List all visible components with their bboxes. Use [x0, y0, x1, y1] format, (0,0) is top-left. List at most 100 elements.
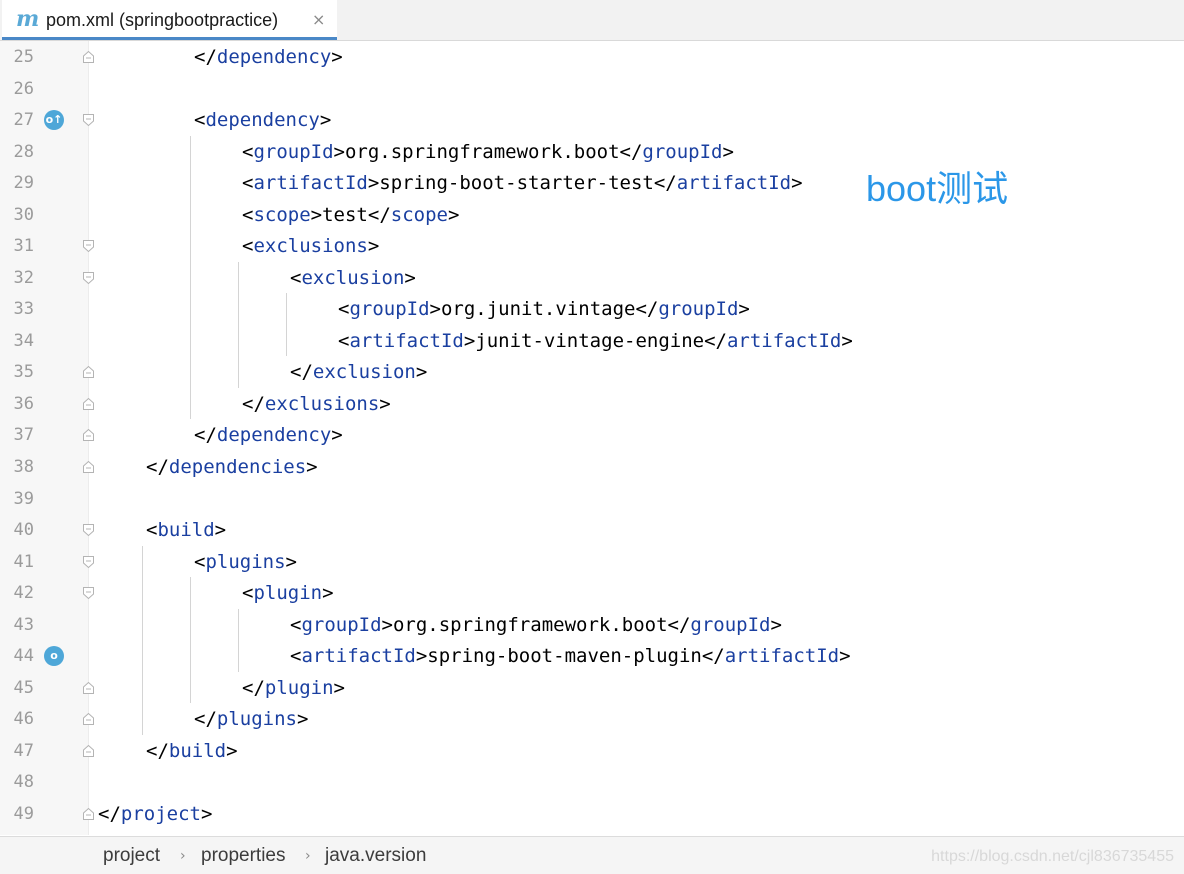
code-line[interactable]: 33 <groupId>org.junit.vintage</groupId>: [0, 293, 1184, 325]
xml-bracket: </: [194, 46, 217, 68]
xml-bracket: >: [319, 109, 332, 132]
line-number: 40: [13, 520, 34, 541]
xml-bracket: <: [242, 140, 254, 163]
xml-bracket: </: [290, 361, 313, 384]
xml-tag-name: groupId: [349, 298, 430, 321]
line-number: 30: [13, 204, 34, 225]
xml-bracket: >: [322, 582, 334, 605]
code-line[interactable]: 47 </build>: [0, 735, 1184, 767]
code-line[interactable]: 25 </dependency>: [0, 41, 1184, 73]
code-line[interactable]: 31 <exclusions>: [0, 230, 1184, 262]
line-number: 43: [13, 614, 34, 635]
code-line[interactable]: 32 <exclusion>: [0, 262, 1184, 294]
fold-start-icon[interactable]: [83, 555, 94, 568]
xml-bracket: >: [429, 298, 441, 321]
code-line[interactable]: 39: [0, 483, 1184, 515]
line-number: 44: [13, 646, 34, 667]
xml-bracket: <: [194, 550, 206, 573]
code-line[interactable]: 34 <artifactId>junit-vintage-engine</arti…: [0, 325, 1184, 357]
maven-goal-gutter-icon[interactable]: o↑: [44, 110, 64, 131]
code-line[interactable]: 36 </exclusions>: [0, 388, 1184, 420]
xml-text: spring-boot-maven-plugin: [427, 645, 702, 668]
line-number: 37: [13, 425, 34, 446]
xml-tag-name: exclusion: [312, 361, 416, 384]
fold-end-icon[interactable]: [83, 744, 94, 757]
xml-tag-name: exclusion: [301, 266, 405, 289]
code-text: </plugins>: [194, 707, 308, 731]
code-text: <groupId>org.springframework.boot</group…: [290, 613, 782, 637]
xml-tag-name: plugins: [216, 708, 297, 731]
close-icon[interactable]: ×: [312, 9, 325, 31]
fold-end-icon[interactable]: [83, 807, 94, 820]
annotation-label: boot测试: [866, 168, 1009, 209]
code-line[interactable]: 41 <plugins>: [0, 546, 1184, 578]
breadcrumb-item-java-version[interactable]: java.version: [325, 845, 426, 867]
fold-end-icon[interactable]: [83, 51, 94, 63]
code-text: <scope>test</scope>: [242, 203, 459, 227]
fold-start-icon[interactable]: [83, 271, 94, 284]
xml-tag-name: groupId: [658, 298, 739, 321]
fold-start-icon[interactable]: [83, 587, 94, 600]
code-text: <artifactId>junit-vintage-engine</artifa…: [338, 329, 853, 353]
xml-tag-name: build: [168, 739, 227, 762]
xml-bracket: <: [338, 329, 350, 352]
fold-end-icon[interactable]: [83, 681, 94, 694]
breadcrumb: project › properties › java.version http…: [0, 836, 1184, 874]
breadcrumb-item-properties[interactable]: properties: [201, 845, 286, 867]
code-line[interactable]: 45 </plugin>: [0, 672, 1184, 704]
xml-bracket: >: [296, 708, 309, 731]
code-text: </exclusions>: [242, 392, 391, 416]
code-line[interactable]: 46 </plugins>: [0, 703, 1184, 735]
code-line[interactable]: 26: [0, 73, 1184, 105]
line-number: 29: [13, 173, 34, 194]
xml-bracket: >: [381, 613, 393, 636]
tab-pom-xml[interactable]: m pom.xml (springbootpractice) ×: [2, 0, 337, 40]
fold-start-icon[interactable]: [83, 524, 94, 537]
code-text: <exclusion>: [290, 266, 416, 290]
line-number: 26: [13, 78, 34, 99]
xml-bracket: </: [704, 329, 727, 352]
indent-guide: [238, 261, 239, 388]
xml-bracket: >: [214, 519, 227, 542]
fold-start-icon[interactable]: [83, 240, 94, 253]
code-text: <plugin>: [242, 581, 334, 605]
code-line[interactable]: 48: [0, 766, 1184, 798]
code-line[interactable]: 28 <groupId>org.springframework.boot</gro…: [0, 136, 1184, 168]
xml-bracket: </: [146, 456, 169, 479]
xml-tag-name: build: [157, 519, 215, 542]
code-line[interactable]: 43 <groupId>org.springframework.boot</gro…: [0, 609, 1184, 641]
xml-tag-name: dependency: [216, 46, 332, 68]
tab-label: pom.xml (springbootpractice): [46, 10, 279, 30]
line-number: 47: [13, 740, 34, 761]
breadcrumb-item-project[interactable]: project: [103, 845, 160, 867]
xml-bracket: <: [338, 298, 350, 321]
code-line[interactable]: 37 </dependency>: [0, 419, 1184, 451]
xml-bracket: <: [146, 519, 158, 542]
code-line[interactable]: 49 </project>: [0, 798, 1184, 830]
xml-tag-name: artifactId: [349, 329, 464, 352]
fold-end-icon[interactable]: [83, 461, 94, 474]
fold-start-icon[interactable]: [83, 114, 94, 127]
xml-bracket: >: [331, 424, 343, 447]
fold-end-icon[interactable]: [83, 429, 94, 442]
xml-bracket: </: [619, 140, 643, 163]
code-line[interactable]: 40 <build>: [0, 514, 1184, 546]
code-line[interactable]: 38 </dependencies>: [0, 451, 1184, 483]
code-line[interactable]: 44 o <artifactId>spring-boot-maven-plugin<…: [0, 640, 1184, 672]
maven-goal-gutter-icon[interactable]: o: [44, 646, 64, 667]
code-line[interactable]: 35 </exclusion>: [0, 356, 1184, 388]
indent-guide: [142, 545, 143, 735]
xml-tag-name: exclusions: [253, 235, 368, 258]
line-number: 36: [13, 393, 34, 414]
code-text: <dependency>: [194, 108, 331, 132]
xml-tag-name: dependency: [216, 424, 332, 447]
code-line[interactable]: 42 <plugin>: [0, 577, 1184, 609]
code-text: </dependency>: [194, 45, 343, 69]
fold-end-icon[interactable]: [83, 366, 94, 379]
xml-tag-name: groupId: [690, 613, 771, 636]
fold-end-icon[interactable]: [83, 397, 94, 410]
code-line[interactable]: 27 o↑ <dependency>: [0, 104, 1184, 136]
xml-tag-name: artifactId: [724, 645, 840, 668]
fold-end-icon[interactable]: [83, 713, 94, 726]
xml-bracket: >: [367, 235, 380, 258]
